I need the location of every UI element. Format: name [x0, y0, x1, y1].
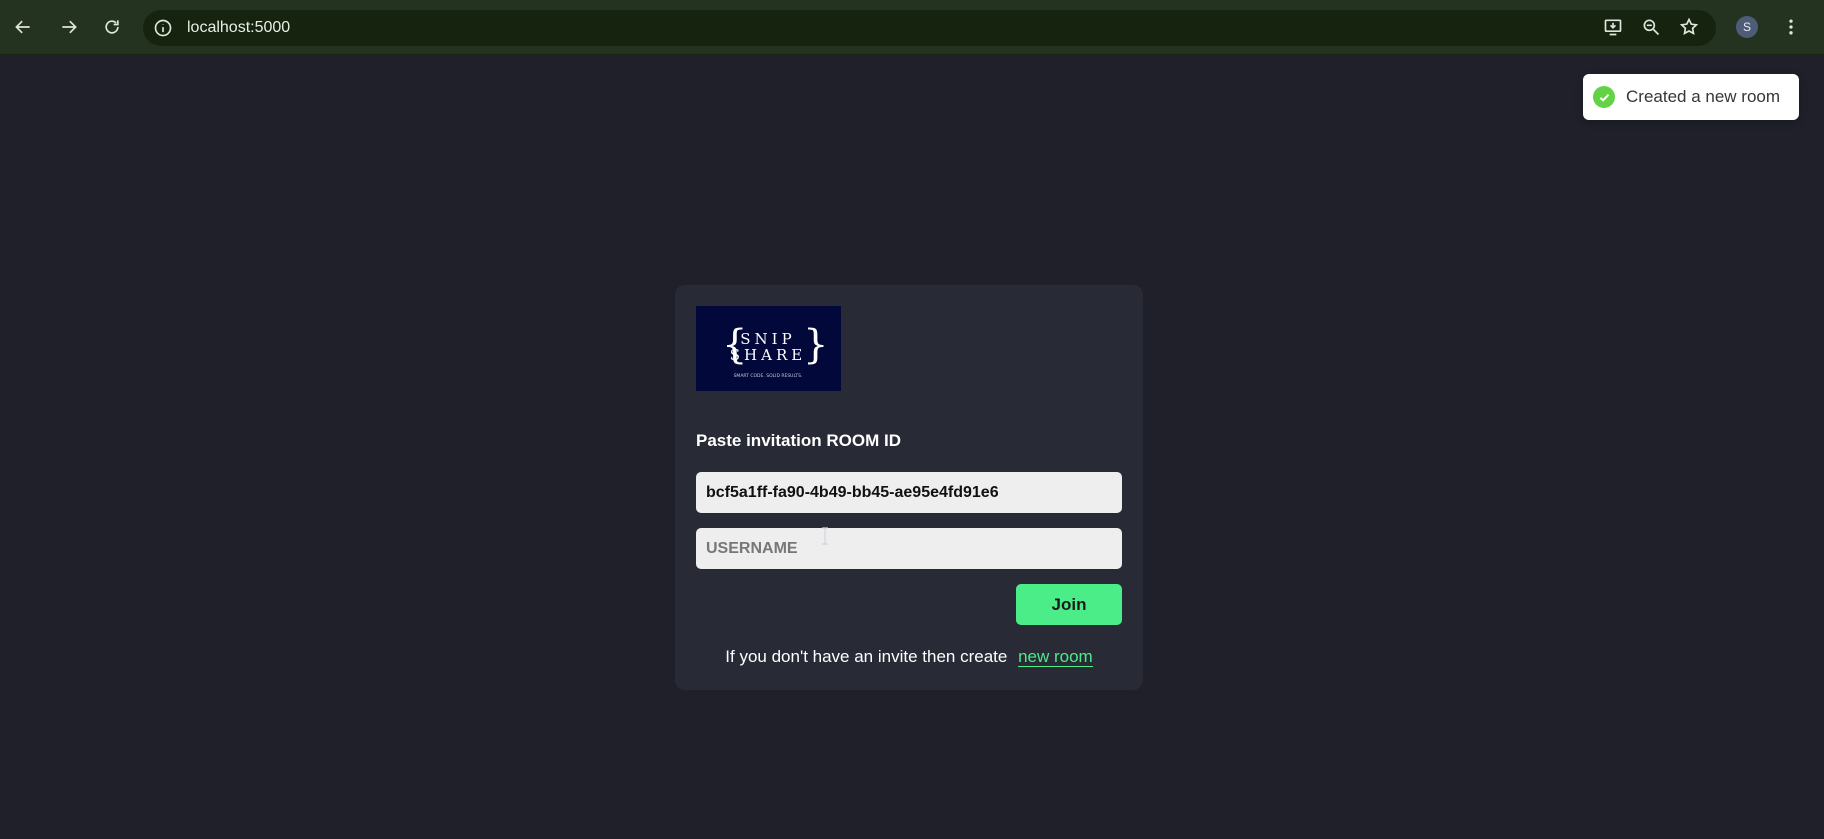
- zoom-icon[interactable]: [1639, 15, 1663, 39]
- username-input[interactable]: [696, 528, 1122, 569]
- profile-avatar[interactable]: S: [1736, 16, 1758, 38]
- toast-message: Created a new room: [1626, 87, 1781, 106]
- success-check-icon: [1593, 86, 1615, 108]
- address-bar[interactable]: localhost:5000: [143, 10, 1716, 46]
- browser-toolbar: localhost:5000 S: [0, 0, 1824, 55]
- create-room-info: If you don't have an invite then create …: [675, 647, 1143, 667]
- url-text[interactable]: localhost:5000: [187, 19, 290, 37]
- svg-text:SHARE: SHARE: [730, 346, 806, 364]
- site-info-icon[interactable]: [153, 18, 173, 38]
- svg-text:}: }: [803, 322, 828, 368]
- snipshare-logo: { } SNIP SHARE SMART CODE. SOLID RESULTS…: [696, 306, 841, 391]
- bookmark-star-icon[interactable]: [1677, 15, 1701, 39]
- room-id-input[interactable]: [696, 472, 1122, 513]
- create-info-text: If you don't have an invite then create: [725, 647, 1008, 666]
- new-room-link[interactable]: new room: [1018, 647, 1093, 667]
- svg-text:SMART CODE. SOLID RESULTS.: SMART CODE. SOLID RESULTS.: [734, 373, 803, 379]
- toast-notification: Created a new room: [1583, 74, 1799, 120]
- back-icon[interactable]: [9, 13, 37, 41]
- forward-icon[interactable]: [55, 13, 83, 41]
- menu-icon[interactable]: [1779, 15, 1803, 39]
- text-cursor-icon: [820, 527, 830, 545]
- join-room-card: { } SNIP SHARE SMART CODE. SOLID RESULTS…: [675, 285, 1143, 690]
- join-button[interactable]: Join: [1016, 584, 1122, 625]
- form-title: Paste invitation ROOM ID: [696, 431, 901, 450]
- reload-icon[interactable]: [98, 13, 126, 41]
- install-app-icon[interactable]: [1601, 15, 1625, 39]
